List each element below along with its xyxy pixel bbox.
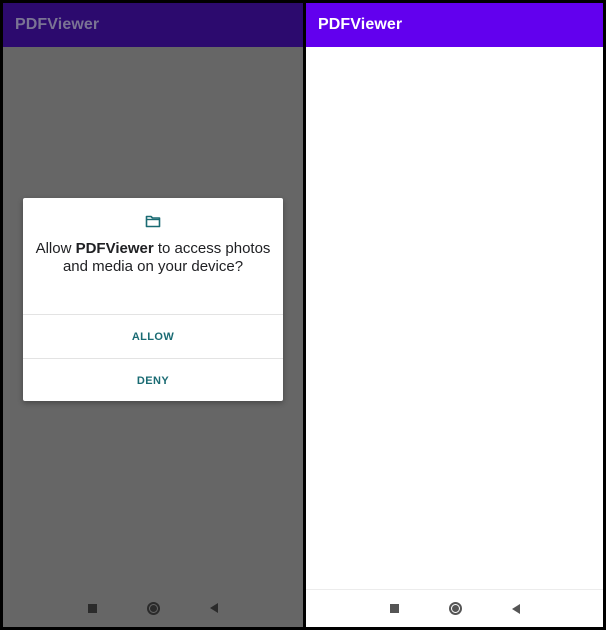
square-icon[interactable] [389, 604, 399, 613]
allow-button[interactable]: ALLOW [23, 315, 283, 358]
screenshot-frame: PDFViewer Allow PDFViewer to access phot… [0, 0, 606, 630]
app-bar: PDFViewer [3, 3, 303, 47]
right-phone-screen: PDFViewer [306, 3, 603, 627]
square-icon[interactable] [88, 603, 97, 613]
main-content [306, 47, 603, 627]
circle-icon[interactable] [147, 601, 160, 615]
permission-message: Allow PDFViewer to access photos and med… [35, 240, 271, 276]
dimmed-content-scrim: Allow PDFViewer to access photos and med… [3, 47, 303, 627]
circle-icon[interactable] [448, 602, 462, 615]
app-title: PDFViewer [15, 16, 100, 33]
left-phone-screen: PDFViewer Allow PDFViewer to access phot… [3, 3, 303, 627]
message-app-name: PDFViewer [75, 240, 154, 257]
app-title: PDFViewer [318, 16, 403, 33]
app-bar: PDFViewer [306, 3, 603, 47]
message-prefix: Allow [35, 240, 76, 257]
triangle-back-icon[interactable] [210, 603, 218, 613]
permission-dialog: Allow PDFViewer to access photos and med… [23, 198, 283, 401]
deny-button[interactable]: DENY [23, 359, 283, 402]
folder-icon [145, 215, 161, 228]
system-nav-bar [306, 589, 603, 627]
triangle-back-icon[interactable] [511, 603, 520, 614]
system-nav-bar [3, 589, 303, 627]
